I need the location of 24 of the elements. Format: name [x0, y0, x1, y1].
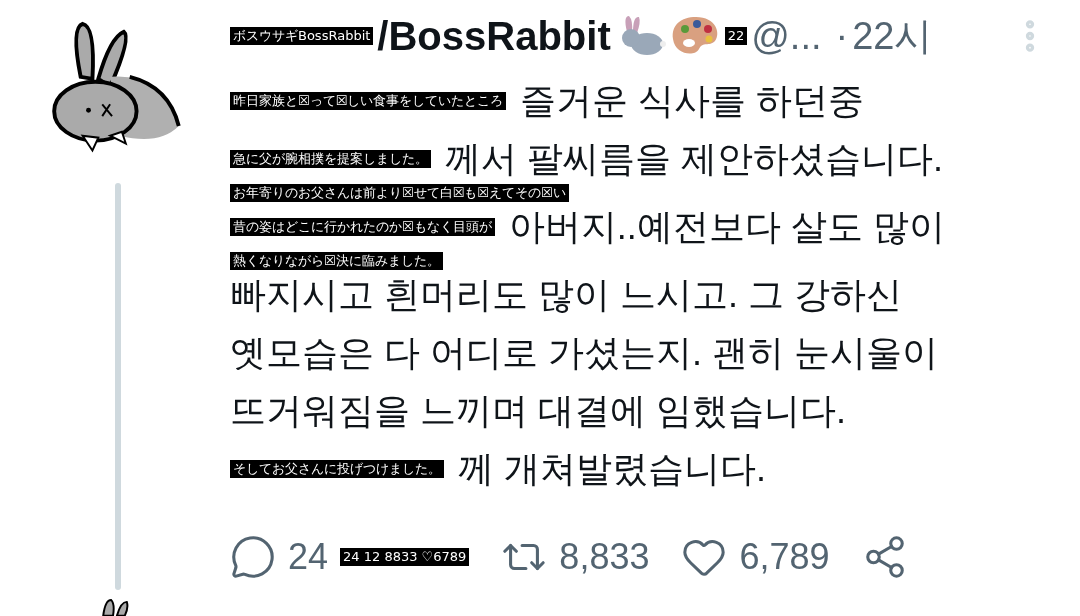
translation-label: そしてお父さんに投げつけました。 [230, 460, 444, 478]
user-handle: @... [751, 14, 822, 58]
translation-label: 急に父が腕相撲を提案しました。 [230, 150, 431, 168]
action-count: 8,833 [559, 536, 650, 578]
translation-label: 22 [724, 27, 748, 45]
display-name: /BossRabbit [377, 13, 611, 59]
translation-label: お年寄りのお父さんは前より☒せて白☒も☒えてその☒い [230, 184, 569, 202]
post-text: 즐거운 식사를 하던중 [520, 78, 865, 123]
action-count: 6,789 [739, 536, 830, 578]
post-text: 옛모습은 다 어디로 가셨는지. 괜히 눈시울이 [230, 330, 938, 375]
action-count: 24 [288, 536, 329, 578]
reply-icon[interactable] [230, 534, 276, 580]
translation-label: 24 12 8833 ♡6789 [340, 548, 470, 566]
translation-label: 昨日家族と☒って☒しい食事をしていたところ [230, 92, 507, 110]
post-text: 께 개쳐발렸습니다. [458, 446, 766, 491]
translation-label: 昔の姿はどこに行かれたのか☒もなく目頭が [230, 218, 495, 236]
translation-label: 熱くなりながら☒決に臨みました。 [230, 252, 443, 270]
post-time: 22시 [852, 13, 933, 59]
translation-label: ボスウサギBossRabbit [230, 27, 374, 45]
post-text: 빠지시고 흰머리도 많이 느시고. 그 강하신 [230, 272, 902, 317]
separator-dot: · [835, 14, 849, 58]
post-text: 께서 팔씨름을 제안하셨습니다. [445, 136, 943, 181]
post-text: 아버지..예전보다 살도 많이 [508, 204, 945, 249]
post-text: 뜨거워짐을 느끼며 대결에 임했습니다. [230, 388, 846, 433]
